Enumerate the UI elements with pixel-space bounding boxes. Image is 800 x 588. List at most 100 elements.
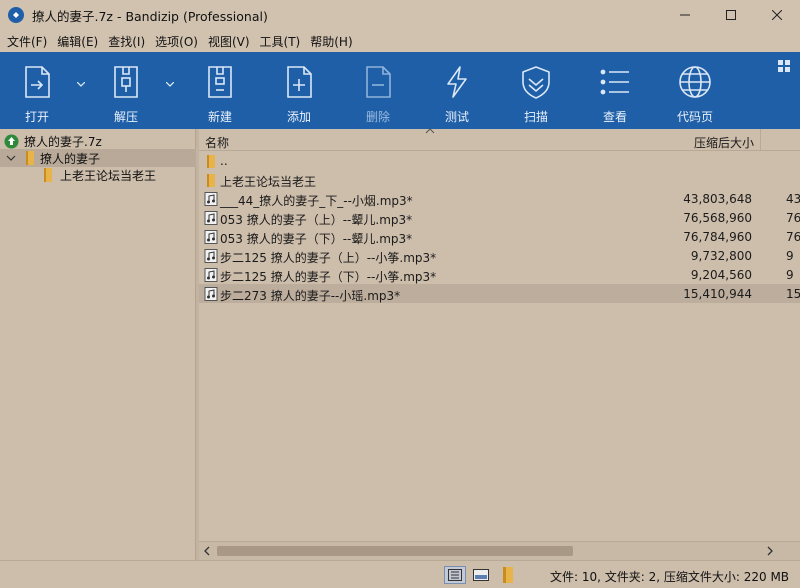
horizontal-scrollbar[interactable] <box>199 541 800 560</box>
bandizip-app-icon <box>8 7 24 23</box>
extract-button[interactable]: 解压 <box>103 52 149 129</box>
column-header: 名称 压缩后大小 <box>199 128 800 151</box>
tree-archive-label: 撩人的妻子.7z <box>24 134 102 149</box>
file-name: 步二125 撩人的妻子（下）--小筝.mp3* <box>220 270 437 284</box>
shield-icon <box>516 62 556 102</box>
file-name: .. <box>220 154 228 168</box>
menu-view[interactable]: 视图(V) <box>203 33 255 50</box>
tree-item-folder[interactable]: 撩人的妻子 <box>0 149 196 167</box>
file-size-col2: 76 <box>786 211 800 225</box>
sort-ascending-icon <box>425 128 435 134</box>
audio-file-icon <box>204 287 218 301</box>
menu-bar: 文件(F) 编辑(E) 查找(I) 选项(O) 视图(V) 工具(T) 帮助(H… <box>0 30 800 52</box>
preview-pane-icon <box>473 569 489 581</box>
scroll-left-icon[interactable] <box>203 546 211 556</box>
tree-subfolder-label: 上老王论坛当老王 <box>60 168 157 183</box>
open-label: 打开 <box>24 110 49 124</box>
scrollbar-thumb[interactable] <box>217 546 573 556</box>
codepage-label: 代码页 <box>676 110 713 124</box>
menu-find[interactable]: 查找(I) <box>103 33 150 50</box>
extract-icon <box>106 62 146 102</box>
open-icon <box>17 62 57 102</box>
new-button[interactable]: 新建 <box>197 52 243 129</box>
test-button[interactable]: 测试 <box>434 52 480 129</box>
file-name: ___44_撩人的妻子_下_--小烟.mp3* <box>220 194 413 208</box>
details-view-button[interactable] <box>444 566 466 584</box>
open-dropdown-arrow[interactable] <box>75 78 87 90</box>
tree-item-subfolder[interactable]: 上老王论坛当老王 <box>0 166 196 184</box>
maximize-button[interactable] <box>708 0 754 30</box>
tree-item-archive[interactable]: 撩人的妻子.7z <box>0 132 196 150</box>
delete-button[interactable]: 删除 <box>355 52 401 129</box>
audio-file-icon <box>204 211 218 225</box>
audio-file-icon <box>204 230 218 244</box>
file-size: 76,784,960 <box>683 230 752 244</box>
file-size-col2: 43 <box>786 192 800 206</box>
archive-info-icon[interactable] <box>500 566 516 584</box>
file-name: 053 撩人的妻子（上）--颦儿.mp3* <box>220 213 413 227</box>
file-size: 43,803,648 <box>683 192 752 206</box>
archive-icon <box>4 134 19 148</box>
new-label: 新建 <box>207 110 232 124</box>
scroll-right-icon[interactable] <box>766 546 774 556</box>
globe-icon <box>675 62 715 102</box>
menu-options[interactable]: 选项(O) <box>150 33 203 50</box>
file-size: 9,204,560 <box>690 268 752 282</box>
lightning-icon <box>437 62 477 102</box>
scan-button[interactable]: 扫描 <box>513 52 559 129</box>
layout-grid-icon[interactable] <box>778 60 790 75</box>
file-size: 15,410,944 <box>683 287 752 301</box>
file-row[interactable]: ___44_撩人的妻子_下_--小烟.mp3* 43,803,648 43 <box>199 189 800 208</box>
file-name: 上老王论坛当老王 <box>220 175 317 189</box>
file-row[interactable]: 步二125 撩人的妻子（上）--小筝.mp3* 9,732,800 9 <box>199 246 800 265</box>
view-label: 查看 <box>602 110 627 124</box>
menu-file[interactable]: 文件(F) <box>2 33 52 50</box>
column-name-header[interactable]: 名称 <box>205 134 229 151</box>
chevron-down-icon[interactable] <box>6 153 16 163</box>
minimize-button[interactable] <box>662 0 708 30</box>
file-size-col2: 15 <box>786 287 800 301</box>
list-view-icon <box>595 62 635 102</box>
status-summary: 文件: 10, 文件夹: 2, 压缩文件大小: 220 MB <box>550 570 790 584</box>
title-bar: 撩人的妻子.7z - Bandizip (Professional) <box>0 0 800 30</box>
codepage-button[interactable]: 代码页 <box>669 52 721 129</box>
audio-file-icon <box>204 249 218 263</box>
file-row[interactable]: 步二125 撩人的妻子（下）--小筝.mp3* 9,204,560 9 <box>199 265 800 284</box>
folder-icon <box>44 168 52 182</box>
file-row[interactable]: 053 撩人的妻子（下）--颦儿.mp3* 76,784,960 76 <box>199 227 800 246</box>
file-row[interactable]: 053 撩人的妻子（上）--颦儿.mp3* 76,568,960 76 <box>199 208 800 227</box>
add-label: 添加 <box>286 110 311 124</box>
menu-help[interactable]: 帮助(H) <box>305 33 357 50</box>
close-button[interactable] <box>754 0 800 30</box>
view-button[interactable]: 查看 <box>592 52 638 129</box>
window-title: 撩人的妻子.7z - Bandizip (Professional) <box>32 8 268 24</box>
add-button[interactable]: 添加 <box>276 52 322 129</box>
column-size-header[interactable]: 压缩后大小 <box>694 134 754 151</box>
folder-icon <box>207 155 215 168</box>
status-bar: 文件: 10, 文件夹: 2, 压缩文件大小: 220 MB <box>0 560 800 588</box>
folder-icon <box>26 151 34 165</box>
toolbar: 打开 解压 新建 添加 删除 测试 扫描 查看 代码页 <box>0 52 800 129</box>
file-row-selected[interactable]: 步二273 撩人的妻子--小瑶.mp3* 15,410,944 15 <box>199 284 800 303</box>
details-view-icon <box>448 569 462 581</box>
folder-tree-pane[interactable]: 撩人的妻子.7z 撩人的妻子 上老王论坛当老王 <box>0 129 196 560</box>
preview-view-button[interactable] <box>472 567 490 583</box>
file-row-parent[interactable]: .. <box>199 151 800 170</box>
file-name: 步二125 撩人的妻子（上）--小筝.mp3* <box>220 251 437 265</box>
file-size: 76,568,960 <box>683 211 752 225</box>
delete-file-icon <box>358 62 398 102</box>
scan-label: 扫描 <box>523 110 548 124</box>
file-row-folder[interactable]: 上老王论坛当老王 <box>199 170 800 189</box>
extract-dropdown-arrow[interactable] <box>164 78 176 90</box>
open-button[interactable]: 打开 <box>14 52 60 129</box>
folder-icon <box>207 174 215 187</box>
menu-tools[interactable]: 工具(T) <box>255 33 306 50</box>
add-file-icon <box>279 62 319 102</box>
audio-file-icon <box>204 192 218 206</box>
file-list-pane[interactable]: 名称 压缩后大小 .. 上老王论坛当老王 ___44_撩人的妻子_下_--小烟.… <box>199 128 800 560</box>
column-divider[interactable] <box>760 129 761 151</box>
menu-edit[interactable]: 编辑(E) <box>52 33 103 50</box>
file-size-col2: 9 <box>786 268 794 282</box>
audio-file-icon <box>204 268 218 282</box>
file-name: 步二273 撩人的妻子--小瑶.mp3* <box>220 289 401 303</box>
